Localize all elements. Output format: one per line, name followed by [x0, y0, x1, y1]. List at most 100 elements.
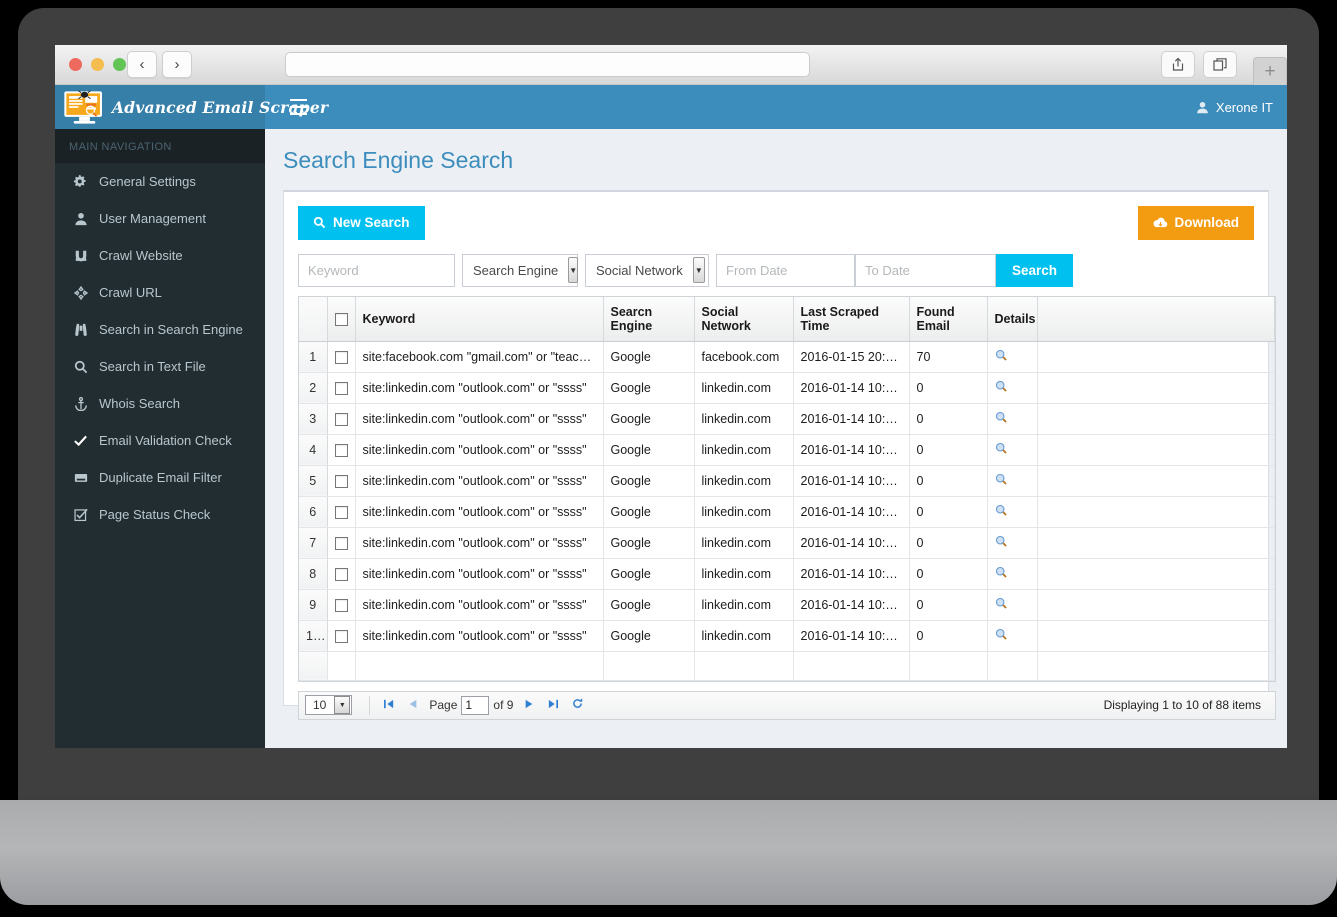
row-checkbox[interactable]	[334, 381, 348, 395]
details-magnifier-icon[interactable]	[995, 380, 1008, 396]
details-magnifier-icon[interactable]	[995, 504, 1008, 520]
col-select-all[interactable]	[327, 296, 356, 342]
row-checkbox[interactable]	[334, 443, 348, 457]
user-menu[interactable]: Xerone IT	[1196, 85, 1273, 129]
sidebar-item-crawl-website[interactable]: Crawl Website	[55, 237, 265, 274]
sidebar-item-crawl-url[interactable]: Crawl URL	[55, 274, 265, 311]
details-magnifier-icon[interactable]	[995, 535, 1008, 551]
table-row[interactable]: 4 site:linkedin.com "outlook.com" or "sss…	[299, 434, 1275, 466]
address-bar[interactable]	[285, 52, 810, 77]
sidebar-item-page-status-check[interactable]: Page Status Check	[55, 496, 265, 533]
cell-details[interactable]	[987, 558, 1038, 590]
table-row[interactable]: 10 site:linkedin.com "outlook.com" or "ss…	[299, 620, 1275, 652]
row-select-cell[interactable]	[327, 558, 356, 590]
cell-details[interactable]	[987, 341, 1038, 373]
table-row[interactable]: 8 site:linkedin.com "outlook.com" or "sss…	[299, 558, 1275, 590]
row-checkbox[interactable]	[334, 474, 348, 488]
row-select-cell[interactable]	[327, 434, 356, 466]
row-checkbox[interactable]	[334, 350, 348, 364]
row-select-cell[interactable]	[327, 341, 356, 373]
keyword-input[interactable]	[298, 253, 455, 287]
table-row[interactable]: 1 site:facebook.com "gmail.com" or "teach…	[299, 341, 1275, 373]
cell-details[interactable]	[987, 372, 1038, 404]
new-tab-button[interactable]: +	[1253, 57, 1287, 85]
row-checkbox[interactable]	[334, 536, 348, 550]
cell-last-scraped-time: 2016-01-14 10:31:48	[793, 403, 910, 435]
row-checkbox[interactable]	[334, 412, 348, 426]
details-magnifier-icon[interactable]	[995, 597, 1008, 613]
sidebar-item-whois-search[interactable]: Whois Search	[55, 385, 265, 422]
back-button[interactable]: ‹	[127, 51, 157, 78]
sidebar-item-general-settings[interactable]: General Settings	[55, 163, 265, 200]
anchor-icon	[72, 396, 89, 411]
social-network-select[interactable]: Social Network ▼	[585, 253, 709, 287]
prev-page-button[interactable]	[401, 699, 425, 712]
row-checkbox[interactable]	[334, 567, 348, 581]
row-select-cell[interactable]	[327, 465, 356, 497]
sidebar-item-email-validation-check[interactable]: Email Validation Check	[55, 422, 265, 459]
row-checkbox[interactable]	[334, 629, 348, 643]
maximize-button[interactable]	[113, 58, 126, 71]
table-row[interactable]: 5 site:linkedin.com "outlook.com" or "sss…	[299, 465, 1275, 497]
col-found-email[interactable]: Found Email	[909, 296, 988, 342]
sidebar-item-search-in-text-file[interactable]: Search in Text File	[55, 348, 265, 385]
cell-details[interactable]	[987, 527, 1038, 559]
cell-details[interactable]	[987, 589, 1038, 621]
cell-details[interactable]	[987, 620, 1038, 652]
details-magnifier-icon[interactable]	[995, 566, 1008, 582]
details-magnifier-icon[interactable]	[995, 442, 1008, 458]
row-number: 10	[299, 620, 328, 652]
page-size-select[interactable]: 10 ▼	[305, 695, 353, 715]
forward-button[interactable]: ›	[162, 51, 192, 78]
table-row[interactable]: 3 site:linkedin.com "outlook.com" or "sss…	[299, 403, 1275, 435]
download-button[interactable]: Download	[1137, 206, 1254, 240]
col-keyword[interactable]: Keyword	[355, 296, 604, 342]
details-magnifier-icon[interactable]	[995, 473, 1008, 489]
sidebar-item-user-management[interactable]: User Management	[55, 200, 265, 237]
tabs-icon[interactable]	[1203, 51, 1237, 78]
col-social-network[interactable]: Social Network	[694, 296, 794, 342]
new-search-button[interactable]: New Search	[298, 206, 425, 240]
table-row[interactable]: 9 site:linkedin.com "outlook.com" or "sss…	[299, 589, 1275, 621]
search-button[interactable]: Search	[996, 253, 1074, 287]
from-date-input[interactable]	[716, 253, 855, 287]
share-icon[interactable]	[1161, 51, 1195, 78]
hamburger-icon[interactable]	[278, 85, 318, 129]
details-magnifier-icon[interactable]	[995, 349, 1008, 365]
sidebar-item-duplicate-email-filter[interactable]: Duplicate Email Filter	[55, 459, 265, 496]
select-all-checkbox[interactable]	[334, 312, 348, 326]
row-select-cell[interactable]	[327, 527, 356, 559]
page-number-input[interactable]	[461, 695, 490, 715]
col-details[interactable]: Details	[987, 296, 1038, 342]
row-select-cell[interactable]	[327, 372, 356, 404]
table-row[interactable]: 6 site:linkedin.com "outlook.com" or "sss…	[299, 496, 1275, 528]
row-checkbox[interactable]	[334, 505, 348, 519]
first-page-button[interactable]	[377, 699, 401, 712]
refresh-button[interactable]	[565, 698, 590, 712]
cell-details[interactable]	[987, 465, 1038, 497]
close-button[interactable]	[69, 58, 82, 71]
last-page-button[interactable]	[541, 699, 565, 712]
table-row[interactable]: 2 site:linkedin.com "outlook.com" or "sss…	[299, 372, 1275, 404]
col-search-engine[interactable]: Searcn Engine	[603, 296, 695, 342]
browser-chrome: ‹ › +	[55, 45, 1287, 85]
minimize-button[interactable]	[91, 58, 104, 71]
cell-details[interactable]	[987, 434, 1038, 466]
row-checkbox[interactable]	[334, 598, 348, 612]
next-page-button[interactable]	[517, 699, 541, 712]
search-engine-select[interactable]: Search Engine ▼	[462, 253, 579, 287]
cell-details[interactable]	[987, 496, 1038, 528]
cell-search-engine: Google	[603, 558, 695, 590]
row-select-cell[interactable]	[327, 403, 356, 435]
to-date-input[interactable]	[855, 253, 996, 287]
sidebar-item-search-in-search-engine[interactable]: Search in Search Engine	[55, 311, 265, 348]
cell-details[interactable]	[987, 403, 1038, 435]
row-select-cell[interactable]	[327, 620, 356, 652]
app-logo[interactable]: Advanced Email Scraper	[55, 85, 328, 129]
table-row[interactable]: 7 site:linkedin.com "outlook.com" or "sss…	[299, 527, 1275, 559]
details-magnifier-icon[interactable]	[995, 628, 1008, 644]
row-select-cell[interactable]	[327, 589, 356, 621]
col-last-scraped-time[interactable]: Last Scraped Time	[793, 296, 910, 342]
details-magnifier-icon[interactable]	[995, 411, 1008, 427]
row-select-cell[interactable]	[327, 496, 356, 528]
